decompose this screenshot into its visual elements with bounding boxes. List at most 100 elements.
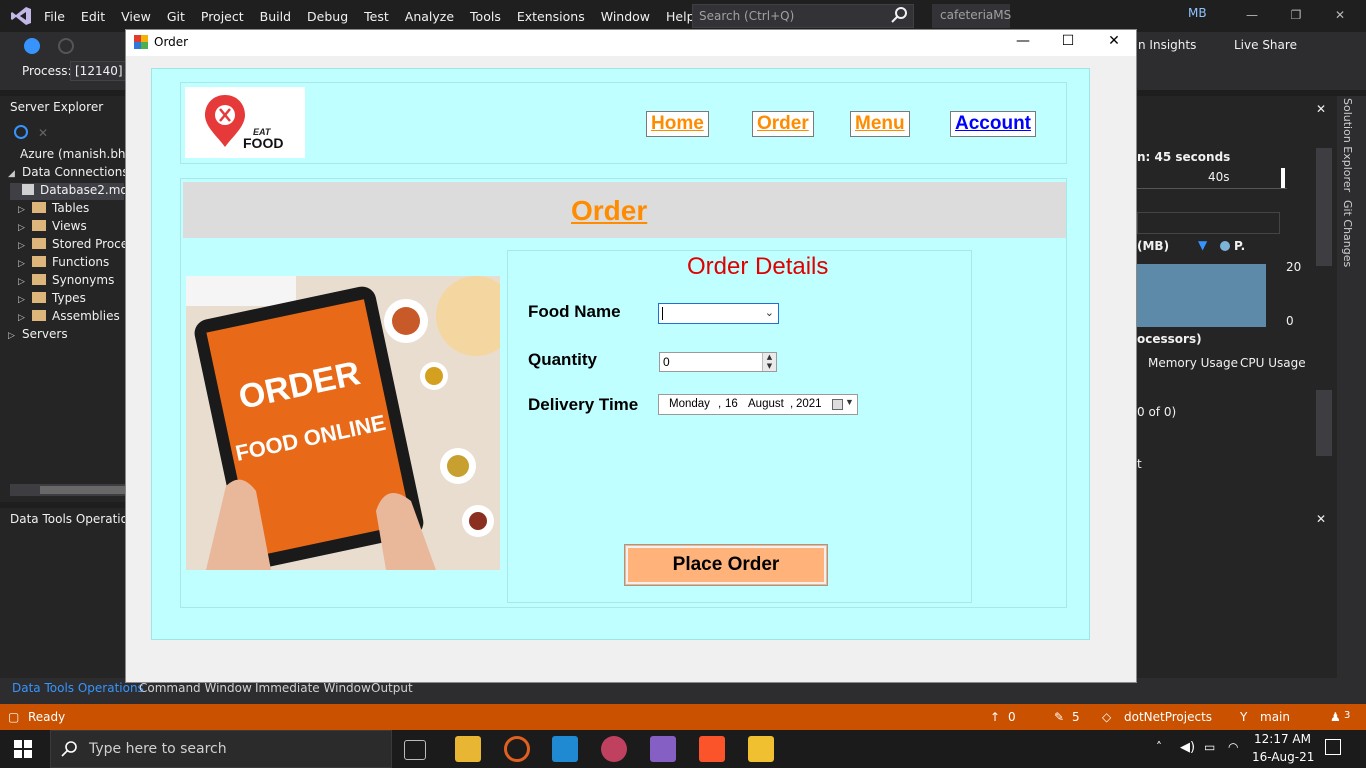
windows-start-icon[interactable] bbox=[14, 740, 32, 758]
nav-order-link[interactable]: Order bbox=[752, 111, 814, 137]
tab-cpu-usage[interactable]: CPU Usage bbox=[1240, 356, 1306, 370]
tree-item-stored-procedures[interactable]: ▷ Stored Proce... bbox=[18, 237, 140, 251]
expand-icon[interactable]: ▷ bbox=[8, 331, 22, 341]
collapse-icon[interactable]: ◢ bbox=[8, 169, 22, 179]
push-icon[interactable]: ↑ bbox=[990, 710, 1000, 724]
close-icon[interactable]: ✕ bbox=[1316, 512, 1326, 526]
menu-window[interactable]: Window bbox=[593, 9, 658, 24]
visual-studio-icon[interactable] bbox=[650, 736, 676, 762]
calendar-icon[interactable] bbox=[832, 399, 843, 410]
scrollbar-thumb[interactable] bbox=[40, 486, 125, 494]
visual-studio-logo-icon[interactable] bbox=[10, 6, 32, 26]
live-share-button[interactable]: Live Share bbox=[1234, 38, 1297, 52]
quantity-spin-buttons[interactable]: ▲ ▼ bbox=[762, 353, 776, 371]
nav-menu-link[interactable]: Menu bbox=[850, 111, 910, 137]
tree-item-data-connections[interactable]: ◢ Data Connections bbox=[8, 165, 129, 179]
chevron-down-icon[interactable]: ▼ bbox=[845, 397, 854, 407]
delete-icon[interactable]: ✕ bbox=[38, 126, 48, 140]
vs-minimize-icon[interactable]: — bbox=[1244, 8, 1260, 24]
tab-output[interactable]: Output bbox=[371, 681, 413, 695]
tray-chevron-icon[interactable]: ˄ bbox=[1156, 740, 1162, 754]
nav-account-link[interactable]: Account bbox=[950, 111, 1036, 137]
filter-icon[interactable]: ▼ bbox=[1198, 238, 1207, 252]
tree-item-servers[interactable]: ▷ Servers bbox=[8, 327, 68, 341]
expand-icon[interactable]: ▷ bbox=[18, 313, 32, 323]
notification-center-icon[interactable] bbox=[1325, 739, 1341, 755]
close-icon[interactable]: ✕ bbox=[1104, 33, 1124, 53]
menu-analyze[interactable]: Analyze bbox=[397, 9, 462, 24]
battery-icon[interactable]: ▭ bbox=[1204, 740, 1215, 754]
tree-item-tables[interactable]: ▷ Tables bbox=[18, 201, 89, 215]
taskbar-search-input[interactable]: Type here to search bbox=[50, 730, 392, 768]
date-weekday[interactable]: Monday bbox=[669, 398, 710, 410]
process-selector[interactable]: [12140] c... bbox=[70, 61, 126, 81]
tree-item-assemblies[interactable]: ▷ Assemblies bbox=[18, 309, 120, 323]
tree-item-functions[interactable]: ▷ Functions bbox=[18, 255, 109, 269]
date-year[interactable]: 2021 bbox=[796, 398, 822, 410]
expand-icon[interactable]: ▷ bbox=[18, 241, 32, 251]
expand-icon[interactable]: ▷ bbox=[18, 205, 32, 215]
menu-extensions[interactable]: Extensions bbox=[509, 9, 593, 24]
tab-git-changes[interactable]: Git Changes bbox=[1341, 200, 1354, 267]
vs-close-icon[interactable]: ✕ bbox=[1332, 8, 1348, 24]
date-month[interactable]: August bbox=[748, 398, 784, 410]
notification-icon[interactable]: ♟ bbox=[1330, 710, 1341, 724]
quantity-stepper[interactable]: 0 bbox=[659, 352, 777, 372]
clock-date[interactable]: 16-Aug-21 bbox=[1252, 750, 1314, 764]
wifi-icon[interactable]: ◠ bbox=[1228, 740, 1238, 754]
push-count[interactable]: 0 bbox=[1008, 710, 1016, 724]
back-icon[interactable] bbox=[24, 38, 40, 54]
vertical-scrollbar[interactable] bbox=[1316, 390, 1332, 456]
expand-icon[interactable]: ▷ bbox=[18, 259, 32, 269]
place-order-button[interactable]: Place Order bbox=[624, 544, 828, 586]
tab-memory-usage[interactable]: Memory Usage bbox=[1148, 356, 1238, 370]
menu-build[interactable]: Build bbox=[252, 9, 299, 24]
vertical-scrollbar[interactable] bbox=[1316, 148, 1332, 266]
branch-name[interactable]: main bbox=[1260, 710, 1290, 724]
menu-tools[interactable]: Tools bbox=[462, 9, 509, 24]
tree-item-types[interactable]: ▷ Types bbox=[18, 291, 86, 305]
insights-button[interactable]: n Insights bbox=[1138, 38, 1196, 52]
delivery-date-picker[interactable]: Monday , 16 August , 2021 ▼ bbox=[658, 394, 858, 415]
file-explorer-icon[interactable] bbox=[455, 736, 481, 762]
date-day[interactable]: 16 bbox=[725, 398, 738, 410]
vscode-icon[interactable] bbox=[552, 736, 578, 762]
user-avatar[interactable]: MB bbox=[1188, 6, 1210, 26]
menu-project[interactable]: Project bbox=[193, 9, 252, 24]
expand-icon[interactable]: ▷ bbox=[18, 223, 32, 233]
food-name-dropdown[interactable]: ⌄ bbox=[658, 303, 779, 324]
forward-icon[interactable] bbox=[58, 38, 74, 54]
expand-icon[interactable]: ▷ bbox=[18, 277, 32, 287]
pencil-icon[interactable]: ✎ bbox=[1054, 710, 1064, 724]
maximize-icon[interactable]: ☐ bbox=[1058, 33, 1078, 53]
menu-file[interactable]: File bbox=[36, 9, 73, 24]
menu-debug[interactable]: Debug bbox=[299, 9, 356, 24]
refresh-icon[interactable] bbox=[14, 125, 28, 139]
nav-home-link[interactable]: Home bbox=[646, 111, 709, 137]
expand-icon[interactable]: ▷ bbox=[18, 295, 32, 305]
chevron-down-icon[interactable]: ⌄ bbox=[765, 306, 774, 319]
tab-immediate-window[interactable]: Immediate Window bbox=[255, 681, 371, 695]
spin-up-icon[interactable]: ▲ bbox=[763, 353, 776, 362]
spin-down-icon[interactable]: ▼ bbox=[763, 362, 776, 371]
app-icon-circle[interactable] bbox=[504, 736, 530, 762]
app-icon-window[interactable] bbox=[748, 736, 774, 762]
task-view-icon[interactable] bbox=[404, 740, 426, 760]
vs-search-input[interactable]: Search (Ctrl+Q) bbox=[692, 4, 914, 28]
tab-command-window[interactable]: Command Window bbox=[139, 681, 252, 695]
menu-test[interactable]: Test bbox=[356, 9, 397, 24]
repo-name[interactable]: dotNetProjects bbox=[1124, 710, 1212, 724]
menu-edit[interactable]: Edit bbox=[73, 9, 113, 24]
clock-time[interactable]: 12:17 AM bbox=[1254, 732, 1311, 746]
tree-item-synonyms[interactable]: ▷ Synonyms bbox=[18, 273, 114, 287]
changes-count[interactable]: 5 bbox=[1072, 710, 1080, 724]
menu-view[interactable]: View bbox=[113, 9, 159, 24]
vs-restore-icon[interactable]: ❐ bbox=[1288, 8, 1304, 24]
tree-item-views[interactable]: ▷ Views bbox=[18, 219, 87, 233]
paint-icon[interactable] bbox=[601, 736, 627, 762]
menu-git[interactable]: Git bbox=[159, 9, 193, 24]
tab-data-tools-operations[interactable]: Data Tools Operations bbox=[12, 681, 144, 695]
tree-item-database2[interactable]: Database2.mdf bbox=[22, 183, 132, 197]
minimize-icon[interactable]: — bbox=[1013, 33, 1033, 53]
brave-browser-icon[interactable] bbox=[699, 736, 725, 762]
